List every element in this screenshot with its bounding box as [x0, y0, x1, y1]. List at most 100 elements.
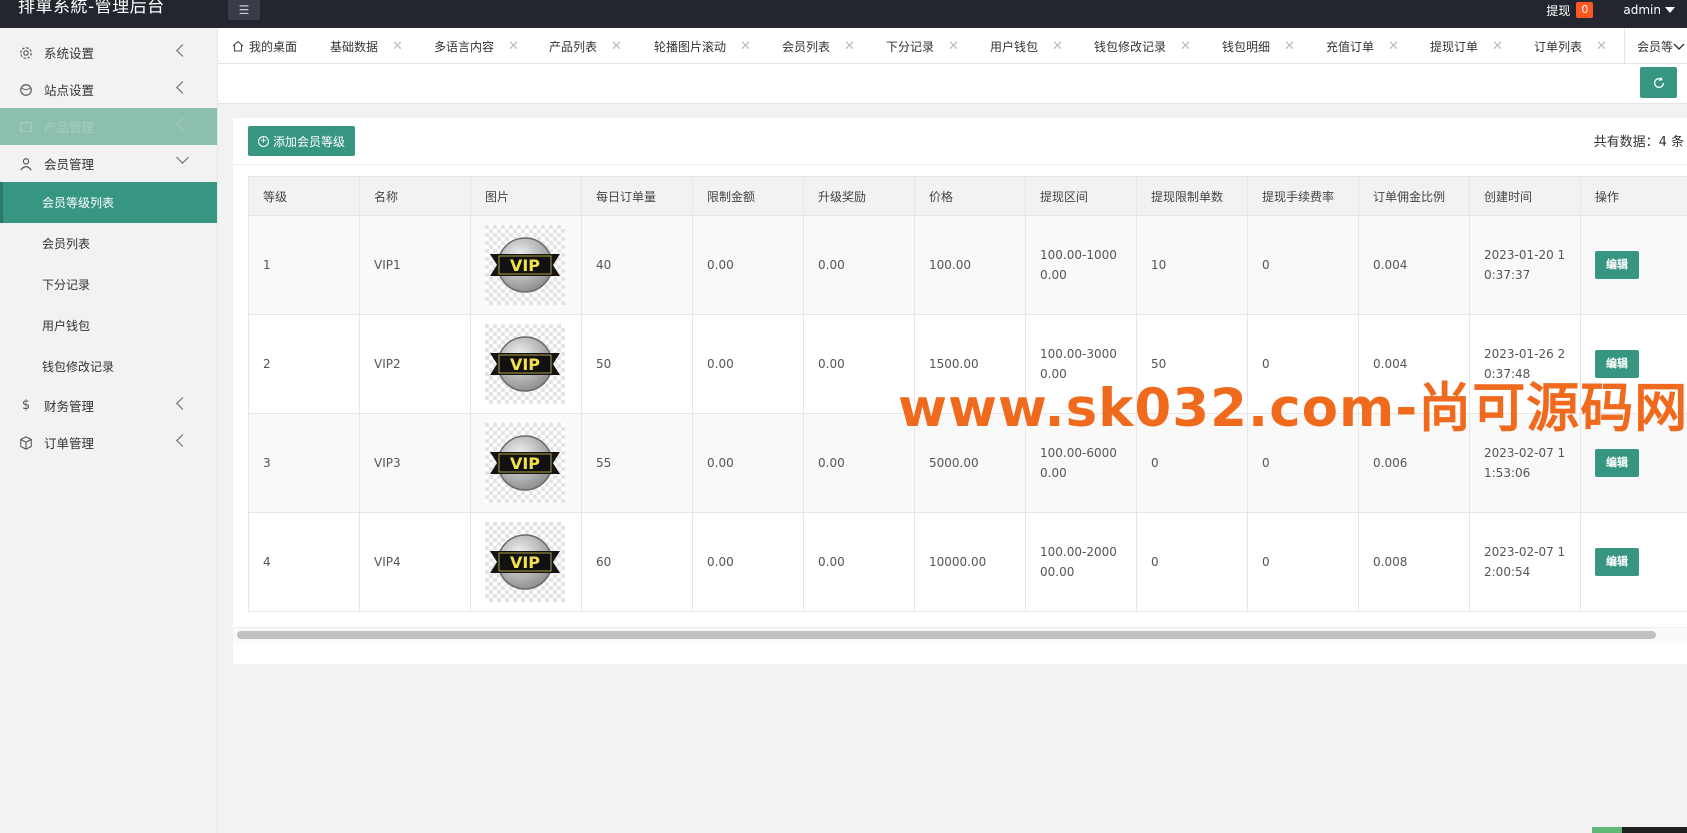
close-icon[interactable]: ✕	[1492, 39, 1503, 54]
table-row: 1 VIP1 VIP 40 0.00 0.00 100.00 100.00-10000.00 1…	[248, 215, 1687, 315]
menu-toggle-button[interactable]: ☰	[228, 0, 260, 20]
cell-name: VIP2	[359, 314, 471, 414]
tab-my-desktop[interactable]: 我的桌面	[232, 28, 297, 63]
refresh-button[interactable]	[1640, 67, 1677, 98]
close-icon[interactable]: ✕	[844, 39, 855, 54]
cell-range: 100.00-10000.00	[1025, 215, 1137, 315]
tab-withdraw-records[interactable]: 下分记录 ✕	[886, 28, 959, 63]
edit-button[interactable]: 编辑	[1595, 251, 1639, 279]
cell-name: VIP3	[359, 413, 471, 513]
cell-action: 编辑	[1580, 215, 1687, 315]
chevron-left-icon	[176, 434, 189, 447]
column-header: 名称	[359, 176, 471, 216]
refresh-icon	[1653, 76, 1664, 88]
tab-label: 基础数据	[330, 39, 379, 54]
close-icon[interactable]: ✕	[611, 39, 622, 54]
close-icon[interactable]: ✕	[1388, 39, 1399, 54]
watermark-text: www.sk032.com-尚可源码网	[898, 378, 1687, 439]
sidebar-item-label: 产品管理	[44, 120, 95, 135]
tab-carousel[interactable]: 轮播图片滚动 ✕	[654, 28, 751, 63]
edit-button[interactable]: 编辑	[1595, 449, 1639, 477]
sidebar-item-label: 站点设置	[44, 83, 95, 98]
cell-daily: 40	[581, 215, 693, 315]
sidebar-item-product-management[interactable]: 产品管理	[0, 108, 217, 145]
gear-icon	[18, 45, 34, 61]
tab-member-list[interactable]: 会员列表 ✕	[782, 28, 855, 63]
close-icon[interactable]: ✕	[740, 39, 751, 54]
close-icon[interactable]: ✕	[1180, 39, 1191, 54]
column-header: 图片	[470, 176, 582, 216]
sidebar-item-label: 财务管理	[44, 399, 95, 414]
cell-fee: 0	[1247, 512, 1359, 612]
cell-level: 3	[248, 413, 360, 513]
cell-daily: 60	[581, 512, 693, 612]
tab-wallet-change-records[interactable]: 钱包修改记录 ✕	[1094, 28, 1191, 63]
close-icon[interactable]: ✕	[1052, 39, 1063, 54]
sidebar-item-site-settings[interactable]: 站点设置	[0, 71, 217, 108]
close-icon[interactable]: ✕	[948, 39, 959, 54]
column-header: 每日订单量	[581, 176, 693, 216]
chevron-down-icon[interactable]	[1671, 38, 1687, 54]
tab-label: 会员列表	[782, 39, 831, 54]
tab-order-list[interactable]: 订单列表 ✕	[1534, 28, 1607, 63]
close-icon[interactable]: ✕	[1596, 39, 1607, 54]
tab-wallet-details[interactable]: 钱包明细 ✕	[1222, 28, 1295, 63]
page-toolbar	[218, 64, 1687, 104]
sidebar-item-finance-management[interactable]: $ 财务管理	[0, 387, 217, 424]
admin-user-menu[interactable]: admin	[1623, 3, 1661, 17]
sidebar-item-order-management[interactable]: 订单管理	[0, 424, 217, 461]
top-header: 排單系統-管理后台 ☰ 提现 0 admin	[0, 0, 1687, 28]
horizontal-scrollbar[interactable]	[237, 631, 1656, 639]
tab-label: 多语言内容	[434, 39, 495, 54]
chevron-left-icon	[176, 118, 189, 131]
tab-recharge-orders[interactable]: 充值订单 ✕	[1326, 28, 1399, 63]
tab-label: 钱包修改记录	[1094, 39, 1167, 54]
vip-image-cell: VIP	[470, 215, 582, 315]
sidebar-subitem-member-level-list[interactable]: 会员等级列表	[0, 182, 217, 223]
withdraw-link[interactable]: 提现	[1546, 2, 1570, 19]
vip-badge-image: VIP	[485, 324, 565, 404]
chevron-left-icon	[176, 44, 189, 57]
tab-label: 用户钱包	[990, 39, 1039, 54]
vip-badge-image: VIP	[485, 225, 565, 305]
edit-button[interactable]: 编辑	[1595, 548, 1639, 576]
tab-label: 会员等	[1637, 39, 1674, 54]
tab-user-wallet[interactable]: 用户钱包 ✕	[990, 28, 1063, 63]
sidebar-subitem-user-wallet[interactable]: 用户钱包	[0, 305, 217, 346]
sidebar-subitem-wallet-change-records[interactable]: 钱包修改记录	[0, 346, 217, 387]
tab-label: 钱包明细	[1222, 39, 1271, 54]
tab-label: 轮播图片滚动	[654, 39, 727, 54]
close-icon[interactable]: ✕	[392, 39, 403, 54]
cell-wcount: 0	[1136, 512, 1248, 612]
sidebar: 系统设置 站点设置 产品管理 会员管理 会员等级列表 会员列表 下分记录 用户钱…	[0, 28, 218, 833]
cell-fee: 0	[1247, 215, 1359, 315]
tab-multilang[interactable]: 多语言内容 ✕	[434, 28, 519, 63]
tab-product-list[interactable]: 产品列表 ✕	[549, 28, 622, 63]
tab-withdraw-orders[interactable]: 提现订单 ✕	[1430, 28, 1503, 63]
cell-price: 100.00	[914, 215, 1026, 315]
tab-basic-data[interactable]: 基础数据 ✕	[330, 28, 403, 63]
vip-badge-image: VIP	[485, 423, 565, 503]
cell-reward: 0.00	[803, 215, 915, 315]
cell-wcount: 10	[1136, 215, 1248, 315]
sidebar-item-system-settings[interactable]: 系统设置	[0, 34, 217, 71]
header-right: 提现 0 admin	[1546, 0, 1687, 20]
tab-label: 充值订单	[1326, 39, 1375, 54]
sidebar-item-label: 订单管理	[44, 436, 95, 451]
sidebar-subitem-withdraw-records[interactable]: 下分记录	[0, 264, 217, 305]
close-icon[interactable]: ✕	[508, 39, 519, 54]
column-header: 提现限制单数	[1136, 176, 1248, 216]
close-icon[interactable]: ✕	[1284, 39, 1295, 54]
list-icon: ☰	[238, 3, 250, 17]
tab-label: 订单列表	[1534, 39, 1583, 54]
caret-down-icon[interactable]	[1665, 7, 1675, 13]
column-header: 提现区间	[1025, 176, 1137, 216]
cell-reward: 0.00	[803, 512, 915, 612]
chevron-left-icon	[176, 81, 189, 94]
cell-name: VIP4	[359, 512, 471, 612]
sidebar-item-member-management[interactable]: 会员管理	[0, 145, 217, 182]
add-member-level-button[interactable]: + 添加会员等级	[248, 126, 356, 156]
cell-price: 10000.00	[914, 512, 1026, 612]
cell-limit: 0.00	[692, 413, 804, 513]
sidebar-subitem-member-list[interactable]: 会员列表	[0, 223, 217, 264]
